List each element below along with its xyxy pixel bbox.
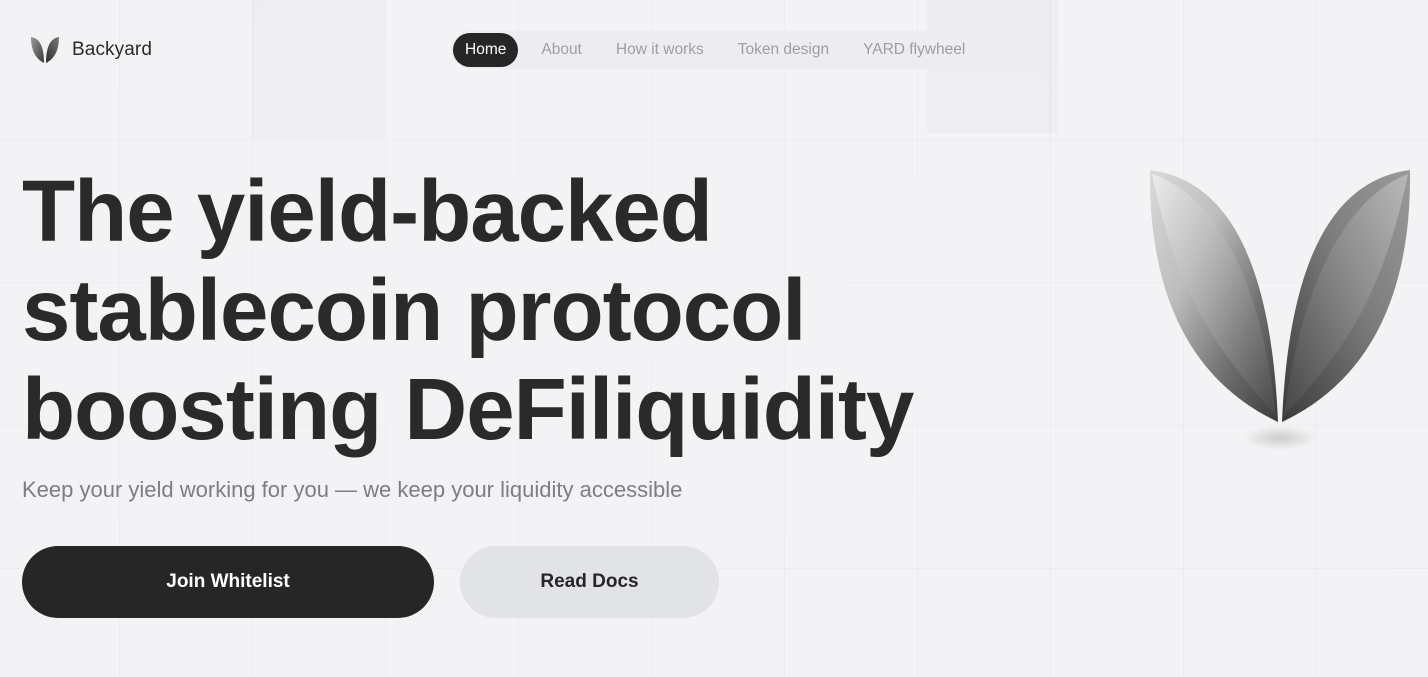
hero-headline: The yield-backed stablecoin protocol boo…	[22, 162, 982, 459]
leaf-logo-icon	[31, 37, 59, 63]
hero-headline-line-3: boosting DeFiliquidity	[22, 361, 914, 458]
read-docs-button[interactable]: Read Docs	[460, 546, 719, 618]
hero-headline-line-1: The yield-backed	[22, 163, 713, 260]
background-tile	[252, 0, 385, 138]
nav-item-how-it-works[interactable]: How it works	[599, 33, 721, 67]
metallic-leaf-icon	[1149, 170, 1411, 450]
brand-logo-link[interactable]: Backyard	[28, 33, 152, 67]
landing-page: Backyard Home About How it works Token d…	[0, 0, 1428, 677]
nav-item-token-design[interactable]: Token design	[721, 33, 846, 67]
nav-item-about[interactable]: About	[524, 33, 599, 67]
hero-subtitle: Keep your yield working for you — we kee…	[22, 477, 683, 502]
brand-name: Backyard	[72, 39, 153, 60]
nav-item-home[interactable]: Home	[453, 33, 519, 67]
nav-item-yard-flywheel[interactable]: YARD flywheel	[846, 33, 982, 67]
join-whitelist-button[interactable]: Join Whitelist	[22, 546, 434, 618]
hero-headline-line-2: stablecoin protocol	[22, 262, 806, 359]
main-nav: Home About How it works Token design YAR…	[451, 31, 1029, 69]
